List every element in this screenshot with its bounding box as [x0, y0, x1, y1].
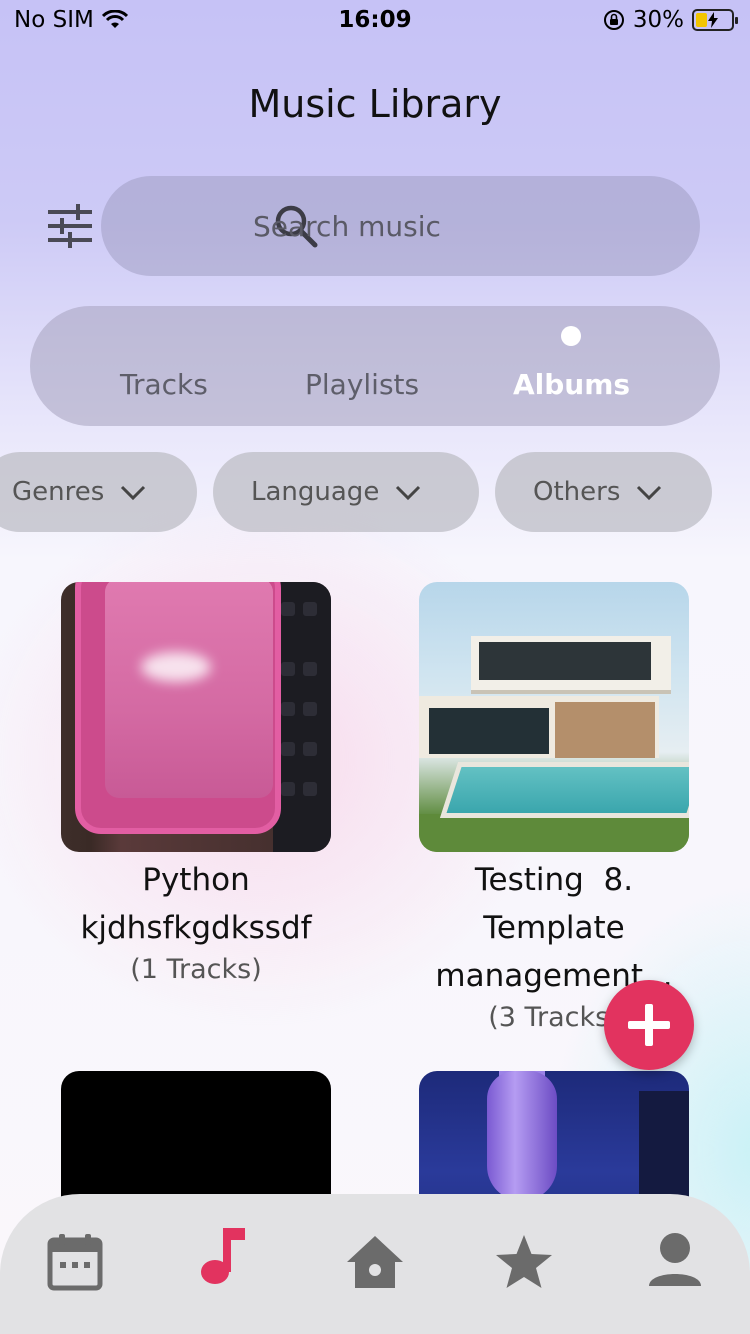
album-title-line: Testing 8. [474, 862, 634, 898]
filter-others-label: Others [533, 477, 621, 507]
album-card[interactable]: Testing 8. Template management... (3 Tra… [419, 582, 689, 1036]
album-title-line: Python [142, 862, 250, 898]
sliders-icon [48, 204, 92, 248]
charging-bolt-icon [708, 12, 718, 28]
music-note-icon [201, 1228, 245, 1284]
filter-settings-icon[interactable] [48, 204, 92, 248]
battery-percent: 30% [632, 7, 684, 33]
cover-phone-case [75, 582, 281, 834]
filter-genres-label: Genres [12, 477, 105, 507]
filter-genres-dropdown[interactable]: Genres [0, 452, 197, 532]
nav-home[interactable] [345, 1230, 405, 1294]
home-icon [347, 1236, 403, 1288]
battery-icon [692, 9, 738, 31]
orientation-lock-icon [603, 10, 624, 30]
tab-tracks[interactable]: Tracks [120, 368, 208, 401]
filter-language-dropdown[interactable]: Language [213, 452, 479, 532]
chevron-down-icon [121, 485, 146, 501]
page-title: Music Library [248, 82, 502, 126]
tab-bar: Tracks Playlists Albums [30, 306, 720, 426]
cover-keyboard [273, 582, 331, 852]
search-bar[interactable] [101, 176, 700, 276]
tab-playlists[interactable]: Playlists [305, 368, 419, 401]
nav-music[interactable] [193, 1224, 253, 1288]
status-right: 30% [603, 7, 738, 33]
star-icon [496, 1235, 552, 1288]
nav-profile[interactable] [645, 1230, 705, 1294]
album-title-line: Template [483, 910, 625, 946]
filter-language-label: Language [251, 477, 380, 507]
profile-icon [649, 1233, 701, 1286]
album-card[interactable]: Python kjdhsfkgdkssdf (1 Tracks) [61, 582, 331, 988]
album-cover-image [61, 582, 331, 852]
plus-icon [628, 1004, 670, 1046]
chevron-down-icon [396, 485, 421, 501]
album-title: Testing 8. Template management... [419, 856, 689, 1000]
album-title-line: kjdhsfkgdkssdf [80, 910, 312, 946]
album-title: Python kjdhsfkgdkssdf [61, 856, 331, 952]
album-cover-image [419, 582, 689, 852]
calendar-icon [47, 1234, 103, 1291]
status-bar: No SIM 16:09 30% [0, 0, 750, 42]
album-track-count: (1 Tracks) [130, 954, 262, 985]
chevron-down-icon [637, 485, 662, 501]
add-album-button[interactable] [604, 980, 694, 1070]
bottom-nav [0, 1194, 750, 1334]
tab-albums[interactable]: Albums [513, 368, 630, 401]
nav-calendar[interactable] [45, 1230, 105, 1294]
filter-others-dropdown[interactable]: Others [495, 452, 712, 532]
nav-favorites[interactable] [494, 1230, 554, 1294]
search-input[interactable] [253, 201, 653, 251]
active-tab-indicator [561, 326, 581, 346]
